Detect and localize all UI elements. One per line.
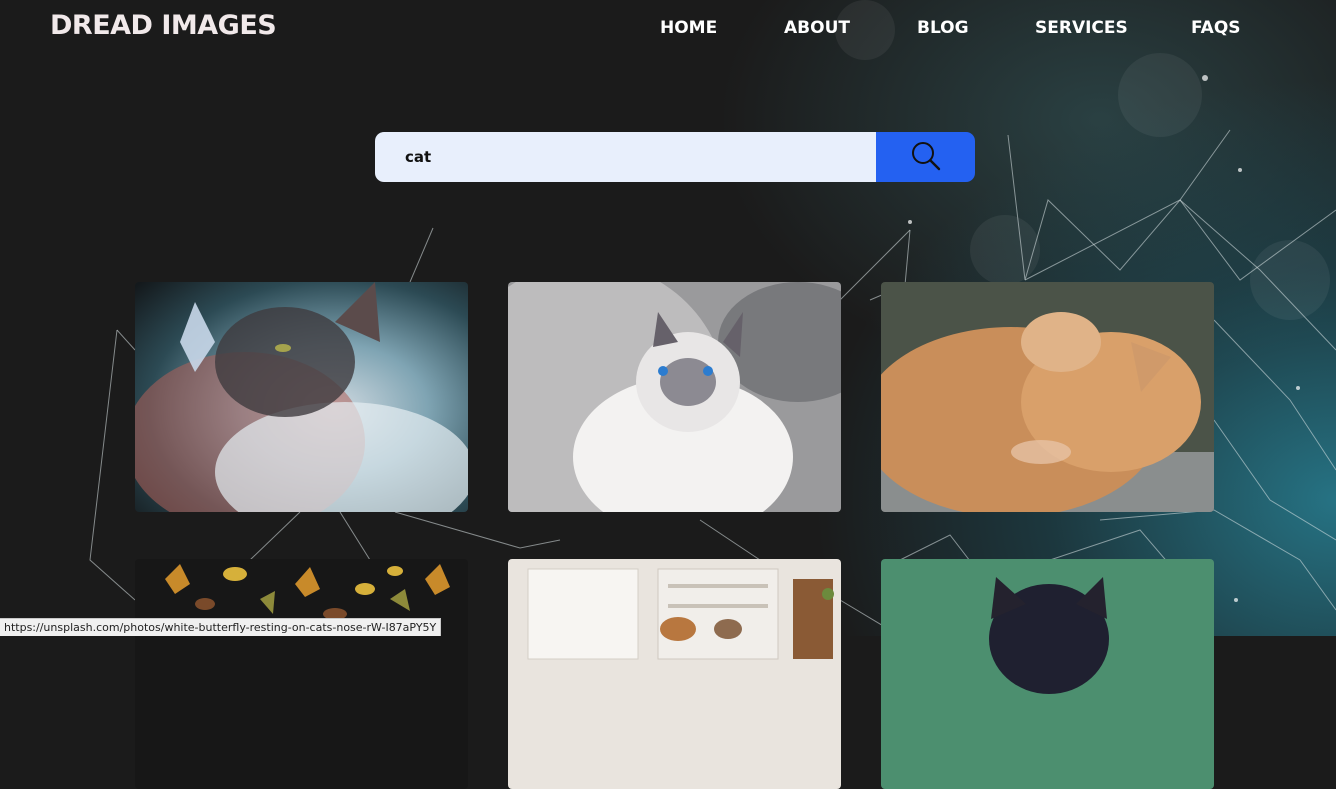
gallery-image-kitchen-cat[interactable] (508, 559, 841, 789)
search-input[interactable] (375, 132, 876, 182)
gallery-image-butterfly-cat[interactable] (135, 282, 468, 512)
gallery-image-autumn-leaves[interactable] (135, 559, 468, 789)
nav-link-home[interactable]: HOME (660, 18, 717, 38)
gallery-image-orange-cat[interactable] (881, 282, 1214, 512)
status-bar-url: https://unsplash.com/photos/white-butter… (0, 618, 442, 636)
main-navigation: HOME ABOUT BLOG SERVICES FAQS (0, 18, 1336, 42)
search-icon (910, 140, 942, 175)
search-bar (375, 132, 975, 182)
nav-link-about[interactable]: ABOUT (784, 18, 850, 38)
nav-link-faqs[interactable]: FAQS (1191, 18, 1241, 38)
gallery-image-black-cat-green-wall[interactable] (881, 559, 1214, 789)
search-button[interactable] (876, 132, 975, 182)
nav-link-blog[interactable]: BLOG (917, 18, 969, 38)
nav-link-services[interactable]: SERVICES (1035, 18, 1128, 38)
gallery-image-siamese-cat[interactable] (508, 282, 841, 512)
